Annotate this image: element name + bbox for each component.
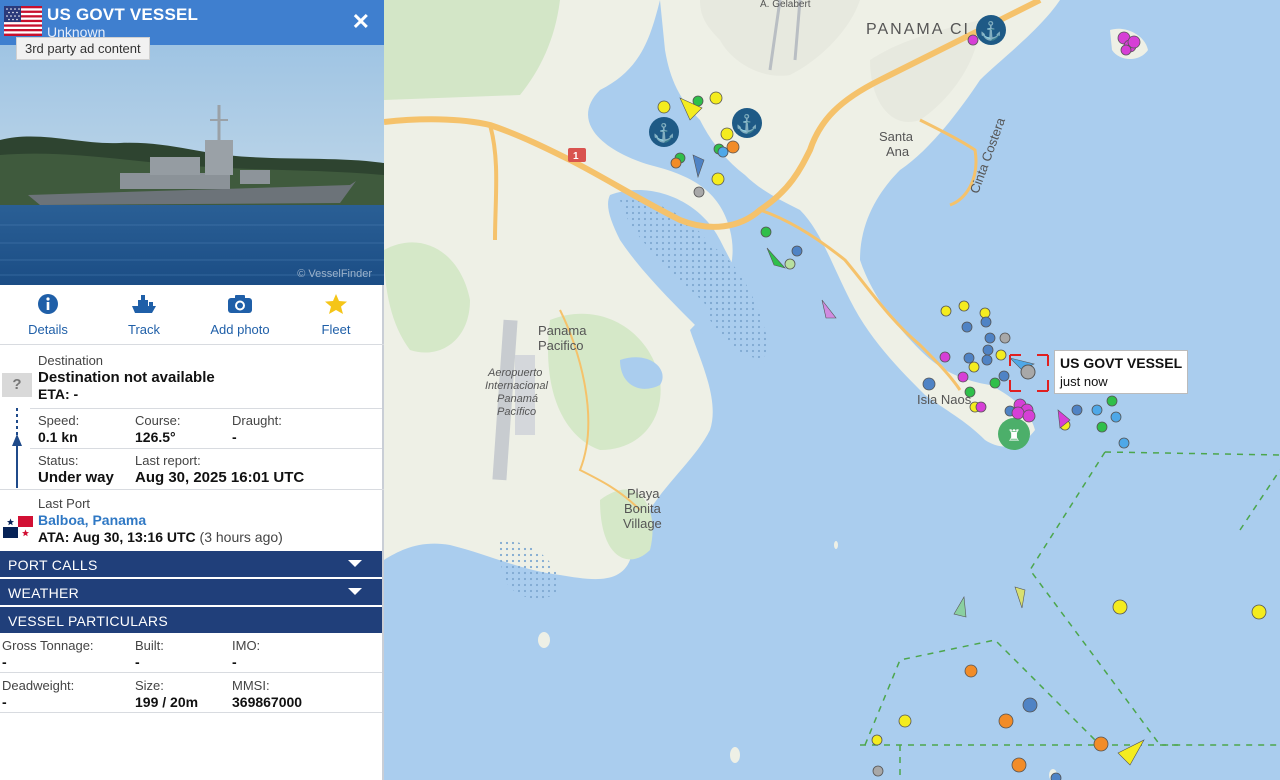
port-anchor-icon: ⚓ bbox=[732, 108, 762, 138]
map-label-panama: Panama bbox=[538, 323, 587, 338]
tooltip-time: just now bbox=[1060, 374, 1108, 389]
map-label-ana: Ana bbox=[886, 144, 910, 159]
map-label-airport-4: Pacífico bbox=[497, 406, 536, 418]
route-shield-label: 1 bbox=[573, 151, 579, 162]
last-port-ata: ATA: Aug 30, 13:16 UTC (3 hours ago) bbox=[38, 529, 283, 545]
track-label: Track bbox=[127, 322, 161, 337]
draught-label: Draught: bbox=[232, 413, 282, 428]
destination-label: Destination bbox=[38, 353, 104, 368]
deadweight-value: - bbox=[2, 694, 7, 710]
add-photo-button[interactable]: Add photo bbox=[192, 292, 288, 342]
svg-text:⚓: ⚓ bbox=[980, 20, 1002, 41]
draught-value: - bbox=[232, 429, 237, 445]
speed-value: 0.1 kn bbox=[38, 429, 78, 445]
map-label-gelabert: A. Gelabert bbox=[760, 0, 811, 10]
add-photo-label: Add photo bbox=[210, 322, 270, 337]
weather-title: WEATHER bbox=[8, 585, 80, 601]
track-button[interactable]: Track bbox=[96, 292, 192, 342]
divider bbox=[0, 344, 384, 345]
divider bbox=[0, 712, 382, 713]
destination-value: Destination not available bbox=[38, 369, 215, 386]
ata-ago: (3 hours ago) bbox=[199, 529, 283, 545]
gross-tonnage-label: Gross Tonnage: bbox=[2, 638, 94, 653]
camera-icon bbox=[225, 292, 255, 316]
last-report-label: Last report: bbox=[135, 453, 201, 468]
map-label-panama-city: PANAMA CI bbox=[866, 21, 970, 38]
deadweight-label: Deadweight: bbox=[2, 678, 75, 693]
close-button[interactable]: ✕ bbox=[352, 10, 370, 34]
svg-text:⚓: ⚓ bbox=[653, 122, 675, 143]
divider bbox=[0, 489, 384, 490]
speed-label: Speed: bbox=[38, 413, 80, 428]
mmsi-label: MMSI: bbox=[232, 678, 270, 693]
svg-text:♜: ♜ bbox=[1007, 428, 1021, 445]
gross-tonnage-value: - bbox=[2, 654, 7, 670]
built-label: Built: bbox=[135, 638, 164, 653]
size-label: Size: bbox=[135, 678, 164, 693]
svg-text:⚓: ⚓ bbox=[736, 113, 758, 134]
fleet-label: Fleet bbox=[321, 322, 351, 337]
action-bar: Details Track Add photo Fleet bbox=[0, 292, 384, 342]
built-value: - bbox=[135, 654, 140, 670]
last-report-value: Aug 30, 2025 16:01 UTC bbox=[135, 469, 305, 486]
course-value: 126.5° bbox=[135, 429, 176, 445]
fleet-button[interactable]: Fleet bbox=[288, 292, 384, 342]
divider bbox=[30, 448, 382, 449]
vessel-particulars-section[interactable]: VESSEL PARTICULARS bbox=[0, 607, 382, 633]
tooltip-vessel-name: US GOVT VESSEL bbox=[1060, 355, 1183, 371]
unknown-destination-icon: ? bbox=[2, 373, 32, 397]
ad-content-tag[interactable]: 3rd party ad content bbox=[16, 37, 150, 60]
map-label-airport-1: Aeropuerto bbox=[487, 367, 542, 379]
port-anchor-icon: ⚓ bbox=[649, 117, 679, 147]
ship-icon bbox=[129, 292, 159, 316]
port-anchor-icon: ⚓ bbox=[976, 15, 1006, 45]
status-value: Under way bbox=[38, 469, 114, 486]
panama-flag-icon bbox=[3, 516, 33, 538]
details-button[interactable]: Details bbox=[0, 292, 96, 342]
vessel-name: US GOVT VESSEL bbox=[47, 5, 199, 24]
map-label-isla-naos: Isla Naos bbox=[917, 392, 972, 407]
last-port-link[interactable]: Balboa, Panama bbox=[38, 512, 146, 528]
vessel-finder-app: US GOVT VESSEL Unknown ✕ 3rd party ad co… bbox=[0, 0, 1280, 780]
us-flag-icon bbox=[4, 6, 42, 36]
vessel-tooltip[interactable]: US GOVT VESSEL just now bbox=[1054, 350, 1188, 394]
star-icon bbox=[321, 292, 351, 316]
course-label: Course: bbox=[135, 413, 181, 428]
last-port-label: Last Port bbox=[38, 496, 91, 511]
mmsi-value: 369867000 bbox=[232, 694, 303, 710]
map-label-village: Village bbox=[623, 516, 662, 531]
map-label-bonita: Bonita bbox=[624, 501, 662, 516]
ais-station-icon: ♜ bbox=[998, 418, 1030, 450]
port-calls-section-toggle[interactable]: PORT CALLS bbox=[0, 551, 382, 577]
map-label-airport-3: Panamá bbox=[497, 393, 538, 405]
status-label: Status: bbox=[38, 453, 79, 468]
chevron-down-icon bbox=[348, 588, 362, 595]
divider bbox=[30, 408, 382, 409]
map-label-santa: Santa bbox=[879, 129, 914, 144]
map-label-pacifico: Pacifico bbox=[538, 338, 584, 353]
port-calls-title: PORT CALLS bbox=[8, 557, 98, 573]
vessel-photo-image bbox=[0, 45, 384, 285]
info-icon bbox=[33, 292, 63, 316]
chevron-down-icon bbox=[348, 560, 362, 567]
map-label-playa: Playa bbox=[627, 486, 660, 501]
map-label-airport-2: Internacional bbox=[485, 380, 549, 392]
weather-section-toggle[interactable]: WEATHER bbox=[0, 579, 382, 605]
details-label: Details bbox=[28, 322, 68, 337]
eta-value: ETA: - bbox=[38, 386, 79, 402]
vessel-info-panel: US GOVT VESSEL Unknown ✕ 3rd party ad co… bbox=[0, 0, 384, 780]
photo-watermark: © VesselFinder bbox=[297, 268, 372, 280]
vessel-photo[interactable]: © VesselFinder bbox=[0, 45, 384, 285]
vessel-particulars-title: VESSEL PARTICULARS bbox=[8, 613, 168, 629]
size-value: 199 / 20m bbox=[135, 694, 199, 710]
imo-label: IMO: bbox=[232, 638, 261, 653]
divider bbox=[0, 672, 382, 673]
course-arrow-icon bbox=[12, 408, 22, 488]
ata-value: ATA: Aug 30, 13:16 UTC bbox=[38, 529, 196, 545]
imo-value: - bbox=[232, 654, 237, 670]
